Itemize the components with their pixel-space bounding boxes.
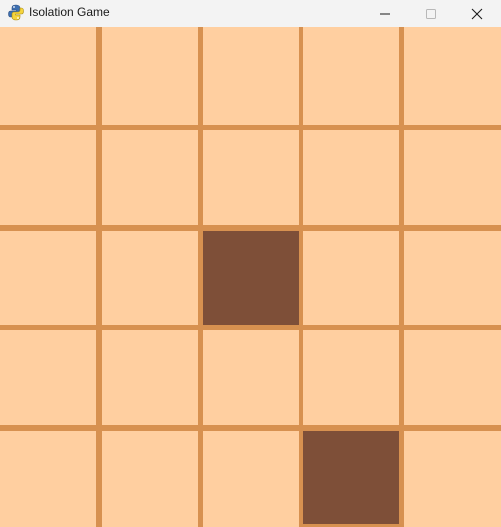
- window-title: Isolation Game: [29, 5, 110, 19]
- board-cell[interactable]: [0, 27, 96, 125]
- board-cell[interactable]: [404, 130, 501, 225]
- board-cell-blocked: [203, 231, 299, 325]
- board-cell-blocked: [303, 431, 399, 524]
- board-cell[interactable]: [303, 130, 399, 225]
- isolation-game-window: Isolation Game: [0, 0, 501, 527]
- board-cell[interactable]: [0, 431, 96, 527]
- board-cell[interactable]: [203, 130, 299, 225]
- board-cell[interactable]: [203, 330, 299, 425]
- board-cell[interactable]: [102, 431, 198, 527]
- maximize-button[interactable]: [408, 0, 454, 27]
- minimize-button[interactable]: [362, 0, 408, 27]
- maximize-icon: [426, 8, 436, 19]
- board-cell[interactable]: [102, 330, 198, 425]
- board-cell[interactable]: [303, 27, 399, 125]
- board-cell[interactable]: [404, 431, 501, 527]
- close-button[interactable]: [454, 0, 500, 27]
- title-bar[interactable]: Isolation Game: [0, 0, 501, 27]
- board-cell[interactable]: [102, 231, 198, 325]
- board-cell[interactable]: [303, 231, 399, 325]
- board-cell[interactable]: [102, 27, 198, 125]
- board-cell[interactable]: [404, 231, 501, 325]
- board-cell[interactable]: [404, 330, 501, 425]
- minimize-icon: [380, 13, 390, 14]
- board-cell[interactable]: [0, 330, 96, 425]
- board-cell[interactable]: [404, 27, 501, 125]
- board-cell[interactable]: [203, 431, 299, 527]
- board-cell[interactable]: [203, 27, 299, 125]
- close-icon: [471, 8, 483, 19]
- board-cell[interactable]: [303, 330, 399, 425]
- python-icon: [8, 4, 24, 21]
- game-board: [0, 27, 501, 527]
- board-cell[interactable]: [0, 231, 96, 325]
- board-cell[interactable]: [0, 130, 96, 225]
- board-cell[interactable]: [102, 130, 198, 225]
